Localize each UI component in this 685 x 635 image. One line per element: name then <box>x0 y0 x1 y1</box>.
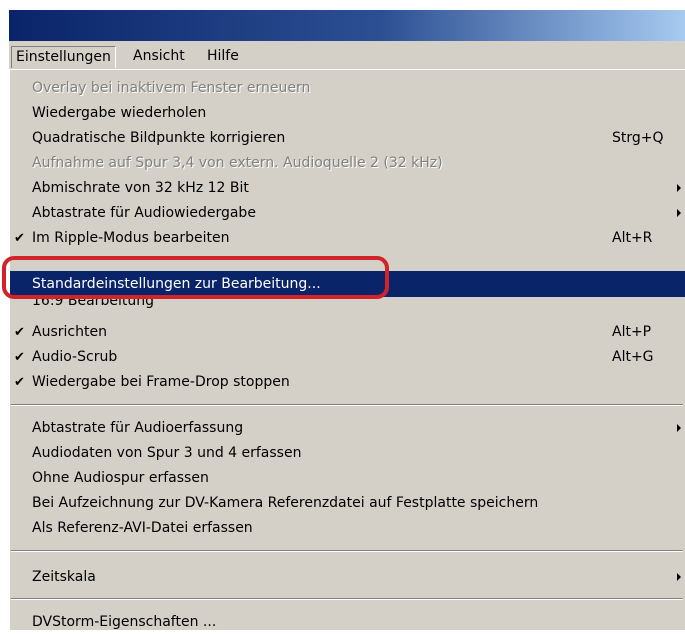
menu-item-label: Bei Aufzeichnung zur DV-Kamera Referenzd… <box>32 495 539 511</box>
menu-item-audio-scrub[interactable]: ✔ Audio-Scrub Alt+G <box>10 345 685 370</box>
menu-separator <box>11 550 683 552</box>
menu-item-ohne-audiospur[interactable]: Ohne Audiospur erfassen <box>10 466 685 491</box>
checkmark-icon: ✔ <box>14 350 25 365</box>
menu-item-dvstorm-eigenschaften[interactable]: DVStorm-Eigenschaften ... <box>10 610 685 635</box>
menu-item-label: Im Ripple-Modus bearbeiten <box>32 230 230 246</box>
menu-item-label: Ohne Audiospur erfassen <box>32 470 209 486</box>
submenu-arrow-icon <box>677 209 681 217</box>
menu-item-abtastrate-wiedergabe[interactable]: Abtastrate für Audiowiedergabe <box>10 201 685 226</box>
shortcut-label: Strg+Q <box>612 130 664 146</box>
menu-item-label: Wiedergabe wiederholen <box>32 105 207 121</box>
menubar: Einstellungen Ansicht Hilfe <box>9 41 685 70</box>
menu-item-referenzdatei-speichern[interactable]: Bei Aufzeichnung zur DV-Kamera Referenzd… <box>10 491 685 516</box>
submenu-arrow-icon <box>677 573 681 581</box>
menu-item-label: 16:9 Bearbeitung <box>32 297 154 309</box>
menu-item-label: Audiodaten von Spur 3 und 4 erfassen <box>32 445 302 461</box>
menu-item-abtastrate-erfassung[interactable]: Abtastrate für Audioerfassung <box>10 416 685 441</box>
menu-item-zeitskala[interactable]: Zeitskala <box>10 565 685 590</box>
submenu-arrow-icon <box>677 424 681 432</box>
menu-item-quadratische-bildpunkte[interactable]: Quadratische Bildpunkte korrigieren Strg… <box>10 126 685 151</box>
menu-item-label: Aufnahme auf Spur 3,4 von extern. Audioq… <box>32 155 443 171</box>
menu-item-aufnahme-spur-3-4[interactable]: Aufnahme auf Spur 3,4 von extern. Audioq… <box>10 151 685 176</box>
menu-item-label: Audio-Scrub <box>32 349 118 365</box>
menu-einstellungen[interactable]: Einstellungen <box>11 46 116 68</box>
menu-separator <box>11 404 683 406</box>
menu-item-label: Ausrichten <box>32 324 107 340</box>
titlebar-gradient <box>9 10 685 41</box>
menu-item-frame-drop-stoppen[interactable]: ✔ Wiedergabe bei Frame-Drop stoppen <box>10 370 685 395</box>
menu-item-overlay-erneuern[interactable]: Overlay bei inaktivem Fenster erneuern <box>10 76 685 101</box>
shortcut-label: Alt+G <box>612 349 654 365</box>
menu-item-label: Abtastrate für Audioerfassung <box>32 420 244 436</box>
menu-item-16-9-bearbeitung[interactable]: 16:9 Bearbeitung <box>10 297 685 315</box>
window-titlebar <box>0 0 685 41</box>
menu-item-ripple-modus[interactable]: ✔ Im Ripple-Modus bearbeiten Alt+R <box>10 226 685 251</box>
menu-item-label: Standardeinstellungen zur Bearbeitung... <box>32 276 321 292</box>
shortcut-label: Alt+P <box>612 324 652 340</box>
menu-item-label: Abmischrate von 32 kHz 12 Bit <box>32 180 249 196</box>
menu-item-label: Wiedergabe bei Frame-Drop stoppen <box>32 374 290 390</box>
menu-item-label: Abtastrate für Audiowiedergabe <box>32 205 256 221</box>
menu-item-label: DVStorm-Eigenschaften ... <box>32 614 217 630</box>
menu-ansicht[interactable]: Ansicht <box>129 46 189 68</box>
shortcut-label: Alt+R <box>612 230 653 246</box>
menu-item-label: Als Referenz-AVI-Datei erfassen <box>32 520 253 536</box>
menu-separator <box>11 598 683 600</box>
menu-hilfe[interactable]: Hilfe <box>203 46 243 68</box>
checkmark-icon: ✔ <box>14 325 25 340</box>
menu-item-abmischrate[interactable]: Abmischrate von 32 kHz 12 Bit <box>10 176 685 201</box>
menu-item-wiedergabe-wiederholen[interactable]: Wiedergabe wiederholen <box>10 101 685 126</box>
menu-item-ausrichten[interactable]: ✔ Ausrichten Alt+P <box>10 320 685 345</box>
checkmark-icon: ✔ <box>14 231 25 246</box>
menu-item-referenz-avi[interactable]: Als Referenz-AVI-Datei erfassen <box>10 516 685 541</box>
menu-item-label: Overlay bei inaktivem Fenster erneuern <box>32 80 311 96</box>
menu-item-label: Quadratische Bildpunkte korrigieren <box>32 130 286 146</box>
submenu-arrow-icon <box>677 184 681 192</box>
menu-item-label: Zeitskala <box>32 569 96 585</box>
dropdown-menu-einstellungen: Overlay bei inaktivem Fenster erneuern W… <box>9 70 685 630</box>
menu-item-audiodaten-spur-3-4[interactable]: Audiodaten von Spur 3 und 4 erfassen <box>10 441 685 466</box>
menu-item-standardeinstellungen[interactable]: Standardeinstellungen zur Bearbeitung... <box>10 271 685 297</box>
checkmark-icon: ✔ <box>14 375 25 390</box>
